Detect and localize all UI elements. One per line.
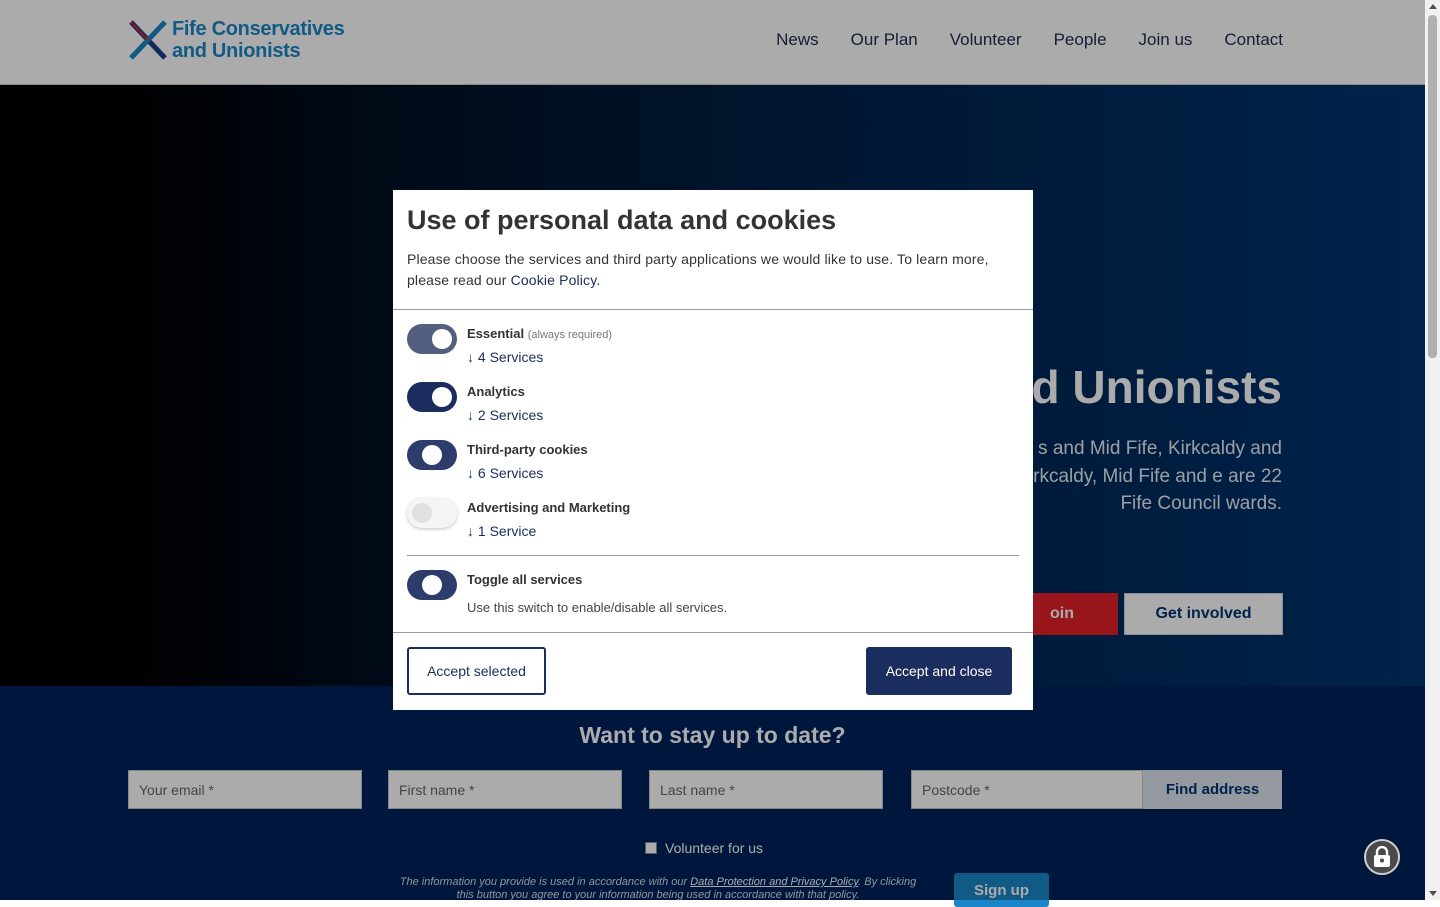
scroll-up-arrow-icon[interactable] xyxy=(1429,4,1437,9)
essential-services-link[interactable]: ↓ 4 Services xyxy=(467,349,543,365)
scroll-thumb[interactable] xyxy=(1428,15,1437,358)
toggle-knob xyxy=(432,329,452,349)
cookie-consent-dialog: Use of personal data and cookies Please … xyxy=(393,190,1033,710)
scroll-down-arrow-icon[interactable] xyxy=(1429,891,1437,896)
divider xyxy=(393,632,1033,633)
toggle-knob xyxy=(432,387,452,407)
toggle-all-label: Toggle all services xyxy=(467,572,583,587)
accept-selected-button[interactable]: Accept selected xyxy=(407,647,546,695)
toggle-knob xyxy=(422,575,442,595)
dialog-title: Use of personal data and cookies xyxy=(407,205,837,235)
third-party-services-link[interactable]: ↓ 6 Services xyxy=(467,465,543,481)
divider xyxy=(407,555,1019,556)
service-name: Third-party cookies xyxy=(467,442,588,457)
essential-toggle[interactable] xyxy=(407,324,457,354)
dialog-description: Please choose the services and third par… xyxy=(407,249,1019,291)
cookie-policy-link[interactable]: Cookie Policy xyxy=(511,272,597,288)
service-name-text: Essential xyxy=(467,326,525,341)
advertising-toggle[interactable] xyxy=(407,498,457,528)
toggle-all-note: Use this switch to enable/disable all se… xyxy=(467,600,728,615)
toggle-knob xyxy=(412,503,432,523)
analytics-toggle[interactable] xyxy=(407,382,457,412)
privacy-settings-button[interactable] xyxy=(1364,839,1400,875)
analytics-services-link[interactable]: ↓ 2 Services xyxy=(467,407,543,423)
toggle-knob xyxy=(422,445,442,465)
service-required-note: (always required) xyxy=(527,329,613,341)
divider xyxy=(393,309,1033,310)
lock-icon xyxy=(1374,846,1390,867)
service-name: Advertising and Marketing xyxy=(467,500,631,515)
service-name: Analytics xyxy=(467,384,525,399)
page-scrollbar[interactable] xyxy=(1425,0,1440,900)
dialog-desc-text: Please choose the services and third par… xyxy=(407,251,989,288)
dialog-desc-end: . xyxy=(596,272,601,288)
accept-and-close-button[interactable]: Accept and close xyxy=(866,647,1012,695)
third-party-toggle[interactable] xyxy=(407,440,457,470)
advertising-services-link[interactable]: ↓ 1 Service xyxy=(467,523,536,539)
toggle-all-switch[interactable] xyxy=(407,570,457,600)
service-name: Essential (always required) xyxy=(467,326,612,341)
